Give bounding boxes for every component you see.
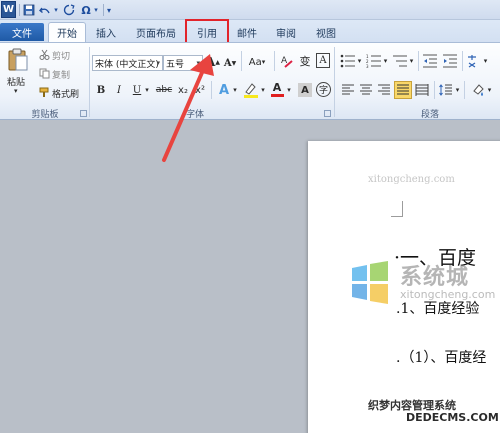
text-effects-dropdown-icon[interactable]: ▾ bbox=[231, 84, 239, 96]
highlight-icon[interactable] bbox=[242, 81, 260, 99]
highlight-dropdown-icon[interactable]: ▾ bbox=[259, 84, 267, 96]
group-divider bbox=[464, 81, 465, 99]
group-divider bbox=[418, 51, 419, 71]
pointer-arrow-icon bbox=[162, 54, 214, 162]
multilevel-list-icon[interactable] bbox=[392, 53, 408, 69]
doc-heading-2[interactable]: .1、百度经验 bbox=[396, 298, 479, 318]
symbol-dropdown-icon[interactable]: ▾ bbox=[92, 2, 100, 18]
align-center-icon[interactable] bbox=[358, 82, 374, 98]
tab-file[interactable]: 文件 bbox=[0, 23, 44, 41]
format-painter-button[interactable]: 格式刷 bbox=[52, 87, 79, 100]
group-divider bbox=[434, 81, 435, 99]
line-spacing-icon[interactable] bbox=[438, 82, 454, 98]
line-spacing-dropdown-icon[interactable]: ▾ bbox=[454, 84, 461, 96]
font-color-bar bbox=[270, 94, 284, 97]
increase-indent-icon[interactable] bbox=[442, 53, 458, 69]
tab-mailings[interactable]: 邮件 bbox=[230, 22, 264, 42]
numbering-icon[interactable]: 123 bbox=[366, 53, 382, 69]
format-painter-icon[interactable] bbox=[38, 86, 50, 98]
decrease-indent-icon[interactable] bbox=[422, 53, 438, 69]
shading-icon[interactable] bbox=[470, 82, 486, 98]
numbering-dropdown-icon[interactable]: ▾ bbox=[382, 55, 389, 67]
undo-dropdown-icon[interactable]: ▾ bbox=[52, 2, 60, 18]
quick-access-toolbar: W ▾ Ω ▾ ▾ bbox=[0, 0, 500, 20]
align-right-icon[interactable] bbox=[376, 82, 392, 98]
redo-icon[interactable] bbox=[62, 2, 76, 18]
copy-button[interactable]: 复制 bbox=[52, 68, 70, 81]
change-case-label: Aa bbox=[248, 56, 262, 68]
qat-separator bbox=[19, 4, 20, 16]
multilevel-dropdown-icon[interactable]: ▾ bbox=[408, 55, 415, 67]
justify-icon[interactable] bbox=[394, 81, 412, 99]
customize-qat-icon[interactable]: ▾ bbox=[105, 2, 113, 18]
distributed-icon[interactable] bbox=[414, 82, 430, 98]
group-divider bbox=[89, 47, 90, 117]
qat-separator bbox=[103, 4, 104, 16]
tab-home[interactable]: 开始 bbox=[48, 22, 86, 42]
font-launcher-icon[interactable] bbox=[324, 110, 331, 117]
group-divider bbox=[334, 47, 335, 117]
svg-text:3: 3 bbox=[366, 64, 369, 68]
chinese-layout-dropdown-icon[interactable]: ▾ bbox=[482, 55, 489, 67]
shrink-font-label: A bbox=[223, 57, 232, 69]
clipboard-launcher-icon[interactable] bbox=[80, 110, 87, 117]
align-left-icon[interactable] bbox=[340, 82, 356, 98]
tab-review[interactable]: 审阅 bbox=[268, 22, 304, 42]
underline-button[interactable]: U bbox=[131, 83, 143, 97]
char-border-button[interactable]: A bbox=[316, 53, 330, 68]
paragraph-group-label: 段落 bbox=[420, 110, 439, 120]
bullets-dropdown-icon[interactable]: ▾ bbox=[356, 55, 363, 67]
watermark-pinyin: xitongcheng.com bbox=[400, 288, 496, 301]
shading-dropdown-icon[interactable]: ▾ bbox=[486, 84, 493, 96]
font-color-button[interactable]: A bbox=[270, 81, 284, 98]
group-divider bbox=[274, 51, 275, 71]
highlight-box bbox=[185, 19, 229, 44]
phonetic-guide-button[interactable]: 变 bbox=[298, 53, 312, 69]
copy-icon[interactable] bbox=[38, 67, 50, 79]
font-color-dropdown-icon[interactable]: ▾ bbox=[285, 84, 293, 96]
paste-icon[interactable] bbox=[6, 47, 30, 73]
doc-heading-3[interactable]: .（1）、百度经 bbox=[396, 347, 486, 367]
font-color-label: A bbox=[272, 81, 282, 94]
clipboard-group-label: 剪贴板 bbox=[31, 110, 59, 120]
group-divider bbox=[462, 51, 463, 71]
italic-button[interactable]: I bbox=[113, 83, 125, 97]
word-logo-icon: W bbox=[1, 1, 16, 18]
bold-button[interactable]: B bbox=[95, 83, 107, 97]
windows-logo-icon bbox=[352, 261, 388, 304]
change-case-button[interactable]: Aa ▾ bbox=[246, 55, 268, 69]
clear-format-icon[interactable]: A bbox=[280, 52, 294, 69]
ribbon-tab-strip: 文件 开始 插入 页面布局 引用 邮件 审阅 视图 bbox=[0, 20, 500, 42]
symbol-icon[interactable]: Ω bbox=[80, 2, 92, 18]
cut-button[interactable]: 剪切 bbox=[52, 49, 70, 62]
char-shading-button[interactable]: A bbox=[298, 83, 312, 97]
watermark-site-text: xitongcheng.com bbox=[368, 174, 455, 185]
tab-insert[interactable]: 插入 bbox=[88, 22, 124, 42]
paste-dropdown-icon[interactable]: ▾ bbox=[14, 87, 18, 95]
bullets-icon[interactable] bbox=[340, 53, 356, 69]
cut-icon[interactable] bbox=[38, 48, 50, 60]
enclose-characters-button[interactable]: 字 bbox=[316, 82, 331, 97]
chinese-layout-icon[interactable] bbox=[466, 53, 482, 69]
tab-view[interactable]: 视图 bbox=[308, 22, 344, 42]
margin-corner-mark bbox=[391, 201, 403, 217]
ribbon-home: 粘贴 ▾ 剪切 复制 格式刷 剪贴板 宋体 (中文正文) ▾ 五号 ▾ A▲ A… bbox=[0, 42, 500, 120]
save-icon[interactable] bbox=[22, 2, 36, 18]
group-divider bbox=[241, 51, 242, 71]
watermark-dedecms-text: DEDECMS.COM bbox=[406, 411, 499, 424]
shrink-font-button[interactable]: A ▼ bbox=[224, 56, 236, 70]
tab-page-layout[interactable]: 页面布局 bbox=[127, 22, 185, 42]
watermark-title: 系统城 bbox=[400, 265, 470, 290]
undo-icon[interactable] bbox=[38, 2, 52, 18]
